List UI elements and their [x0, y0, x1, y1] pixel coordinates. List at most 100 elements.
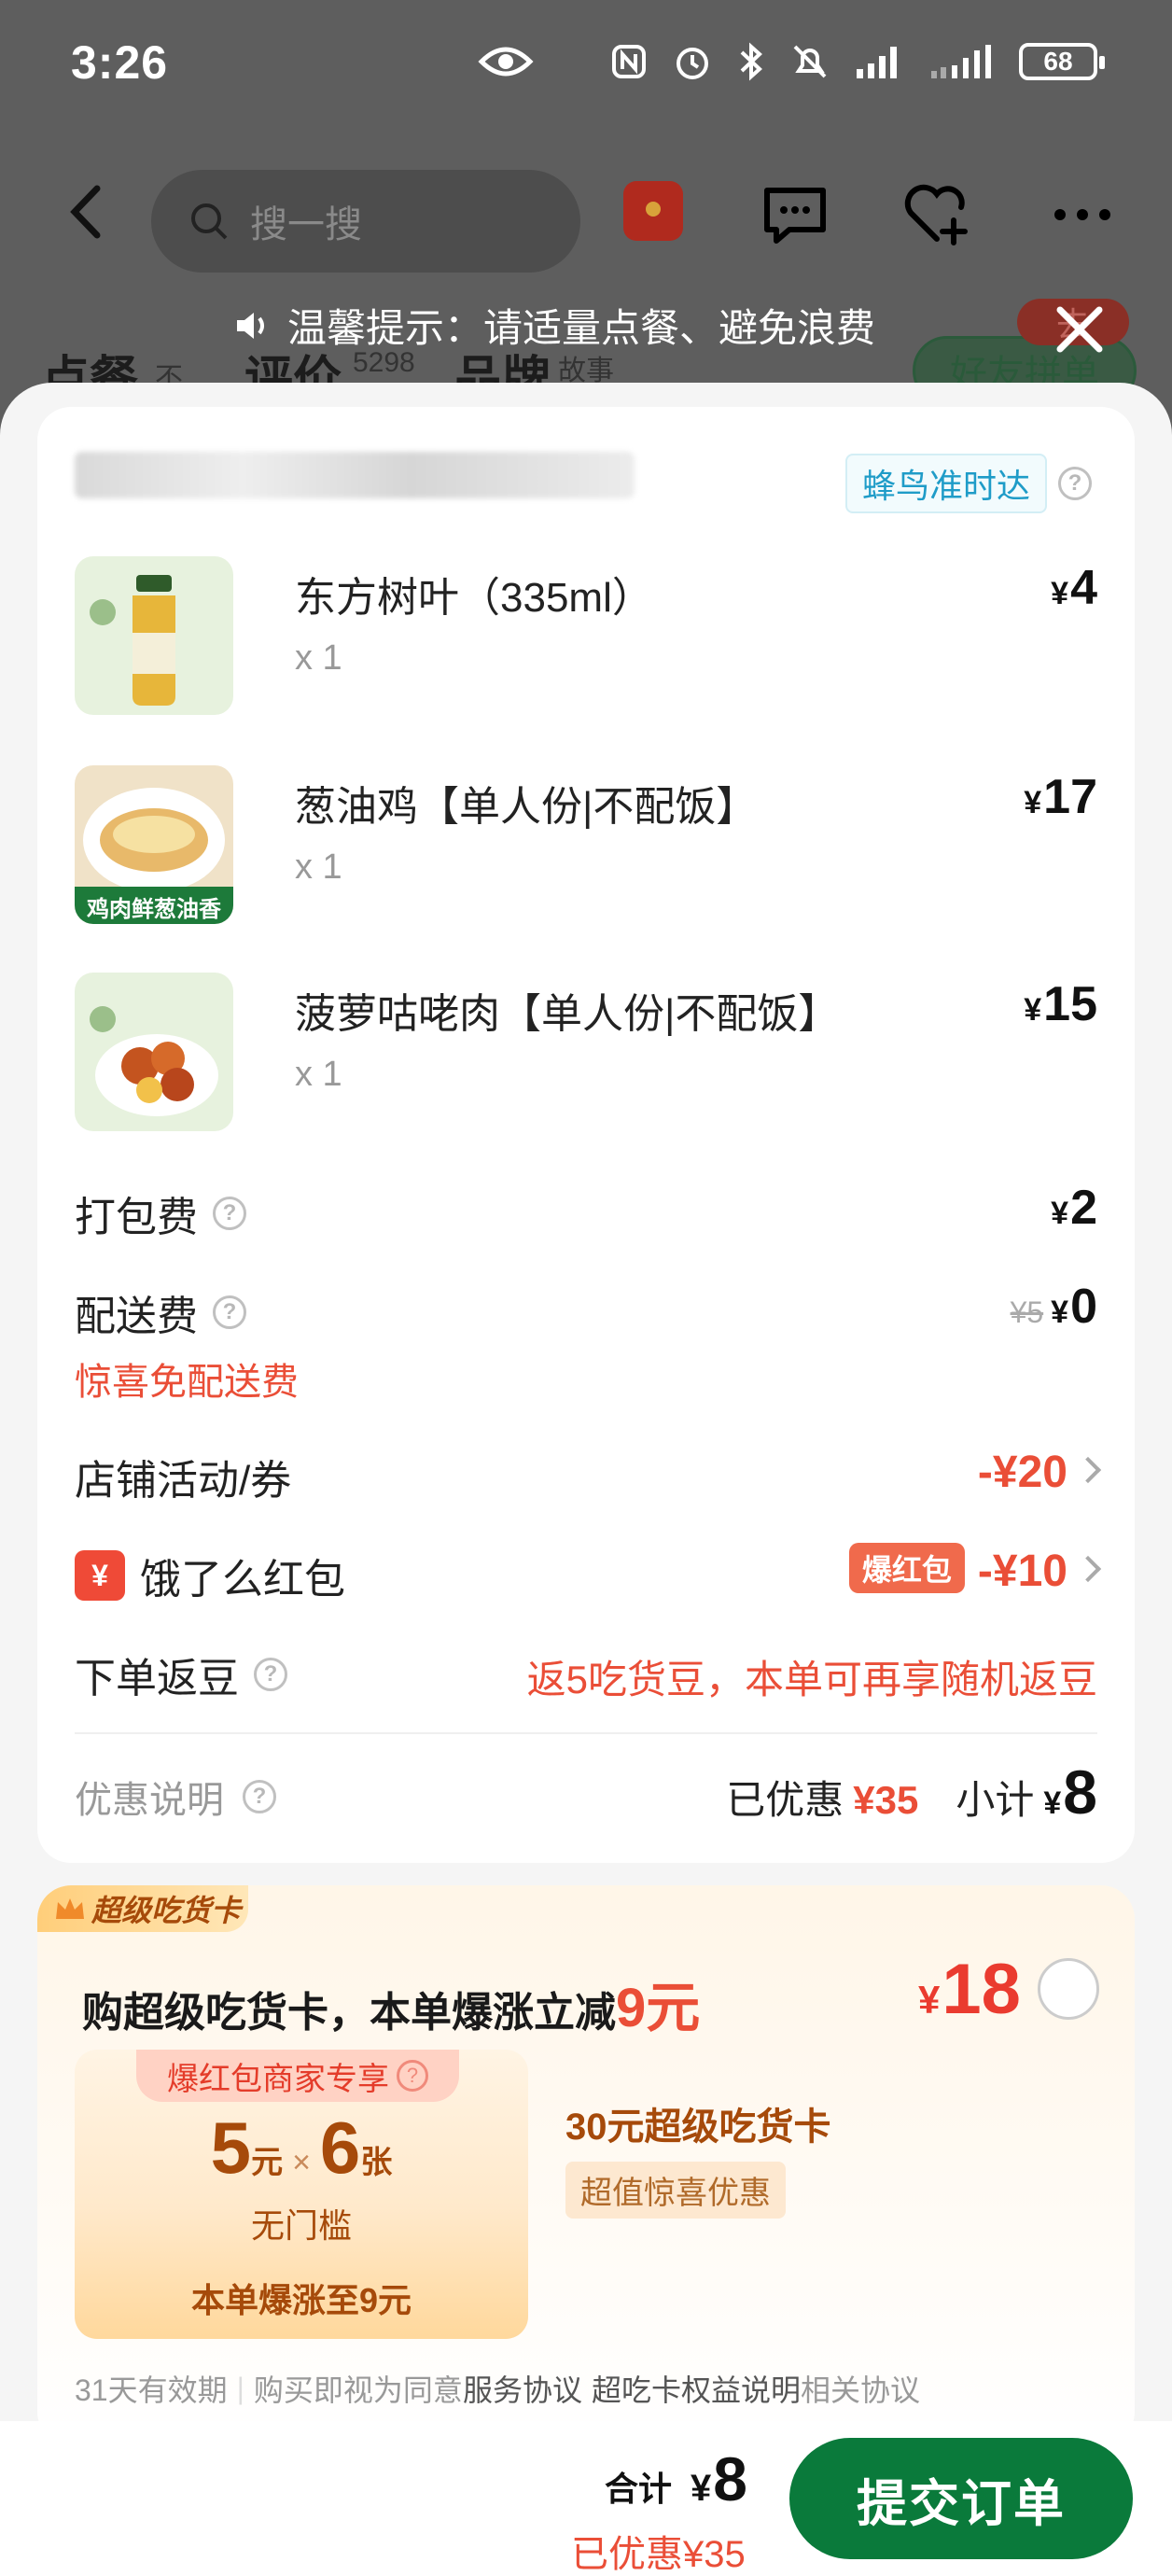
- status-icons: 68: [610, 41, 1105, 82]
- list-item: 菠萝咕咾肉【单人份|不配饭】 x 1 ¥15: [75, 973, 1097, 1131]
- free-delivery-note: 惊喜免配送费: [75, 1362, 299, 1403]
- packing-fee-label: 打包费: [75, 1195, 198, 1240]
- beans-value: 返5吃货豆，本单可再享随机返豆: [526, 1658, 1097, 1701]
- signal-2-icon: [931, 45, 991, 78]
- status-bar: 3:26 68: [0, 0, 1172, 140]
- tea-thumbnail: [75, 556, 233, 715]
- subtotal-value: ¥8: [1043, 1757, 1097, 1827]
- beans-row: 下单返豆? 返5吃货豆，本单可再享随机返豆: [75, 1645, 1097, 1710]
- more-icon[interactable]: [1045, 177, 1120, 252]
- coupon-amount: 5元 × 6张: [210, 2107, 393, 2189]
- item-price: ¥17: [1024, 770, 1097, 824]
- bluetooth-icon: [740, 42, 762, 81]
- red-packet-value: 爆红包 -¥10: [848, 1543, 1102, 1599]
- crown-icon: [56, 1898, 84, 1919]
- saved-value: ¥35: [853, 1778, 919, 1822]
- search-input[interactable]: 搜一搜: [151, 170, 580, 273]
- card-name: 30元超级吃货卡: [565, 2107, 831, 2148]
- search-icon: [191, 203, 228, 240]
- card-tag: 超值惊喜优惠: [565, 2162, 786, 2219]
- delivery-badge: 蜂鸟准时达: [845, 454, 1048, 513]
- shop-gift-icon[interactable]: [623, 181, 683, 241]
- chevron-right-icon: [1074, 1456, 1102, 1484]
- delivery-fee-row: 配送费? ¥5 ¥0 惊喜免配送费: [75, 1280, 1097, 1403]
- shop-promo-value: -¥20: [978, 1447, 1102, 1498]
- super-card-footer: 31天有效期 | 购买即视为同意 服务协议 超吃卡权益说明 相关协议: [75, 2367, 920, 2410]
- bottom-bar: 合计 ¥8 已优惠¥35 提交订单: [0, 2421, 1172, 2576]
- signal-icon: [857, 47, 897, 78]
- warm-tip-text: 温馨提示：请适量点餐、避免浪费: [287, 306, 876, 350]
- status-time: 3:26: [71, 36, 169, 89]
- help-icon[interactable]: ?: [397, 2060, 428, 2092]
- item-name: 东方树叶（335ml）: [295, 575, 653, 621]
- back-icon[interactable]: [60, 179, 116, 245]
- list-item: 鸡肉鲜葱油香 葱油鸡【单人份|不配饭】 x 1 ¥17: [75, 765, 1097, 924]
- help-icon[interactable]: ?: [254, 1658, 287, 1691]
- coupon-card: 爆红包商家专享? 5元 × 6张 无门槛 本单爆涨至9元: [75, 2050, 528, 2339]
- message-icon[interactable]: [758, 177, 832, 252]
- service-agreement-link[interactable]: 服务协议: [463, 2367, 582, 2410]
- chicken-thumbnail: 鸡肉鲜葱油香: [75, 765, 233, 924]
- order-sheet: 蜂鸟准时达 ? 东方树叶（335ml） x 1 ¥4 鸡肉鲜葱油香 葱油鸡【单人…: [0, 383, 1172, 2576]
- delivery-fee-value: ¥5 ¥0: [1010, 1280, 1097, 1334]
- summary-row: 优惠说明? 已优惠 ¥35 小计 ¥8: [75, 1757, 1097, 1844]
- item-price: ¥4: [1051, 561, 1097, 615]
- pork-thumbnail: [75, 973, 233, 1131]
- item-qty: x 1: [295, 638, 342, 678]
- discount-explain-label: 优惠说明: [75, 1780, 224, 1821]
- shop-name-blurred: [75, 452, 635, 498]
- battery-icon: 68: [1019, 43, 1105, 80]
- saved-label: 已优惠: [726, 1778, 844, 1822]
- nfc-icon: [612, 45, 646, 78]
- eye-icon: [478, 47, 534, 77]
- total-saved: 已优惠¥35: [571, 2534, 746, 2575]
- help-icon[interactable]: ?: [213, 1197, 246, 1230]
- subtotal-label: 小计: [956, 1778, 1035, 1822]
- search-placeholder: 搜一搜: [250, 204, 362, 245]
- super-card-section: 超级吃货卡 购超级吃货卡，本单爆涨立减9元 ¥18 爆红包商家专享? 5元 × 6张…: [37, 1885, 1135, 2445]
- item-name: 菠萝咕咾肉【单人份|不配饭】: [295, 991, 840, 1037]
- validity-text: 31天有效期: [75, 2373, 228, 2407]
- super-card-tag: 超级吃货卡: [37, 1885, 248, 1932]
- red-packet-tag: 爆红包: [848, 1543, 965, 1593]
- packing-fee-row: 打包费? ¥2: [75, 1181, 1097, 1249]
- beans-label: 下单返豆: [75, 1656, 239, 1701]
- related-agreement-link[interactable]: 相关协议: [801, 2367, 920, 2410]
- rights-link[interactable]: 超吃卡权益说明: [592, 2367, 801, 2410]
- red-packet-icon: ¥: [75, 1550, 125, 1601]
- delivery-fee-label: 配送费: [75, 1294, 198, 1339]
- packing-fee-value: ¥2: [1051, 1181, 1097, 1235]
- item-qty: x 1: [295, 847, 342, 887]
- shop-promo-row[interactable]: 店铺活动/券 -¥20: [75, 1447, 1102, 1512]
- speaker-icon: [237, 312, 264, 339]
- help-icon[interactable]: ?: [243, 1780, 276, 1813]
- divider: [75, 1732, 1097, 1734]
- thumbnail-label: 鸡肉鲜葱油香: [87, 897, 221, 922]
- shop-promo-label: 店铺活动/券: [75, 1458, 292, 1504]
- top-bar: 搜一搜: [0, 159, 1172, 273]
- super-card-price: ¥18: [918, 1950, 1021, 2029]
- order-card: 蜂鸟准时达 ? 东方树叶（335ml） x 1 ¥4 鸡肉鲜葱油香 葱油鸡【单人…: [37, 407, 1135, 1863]
- mute-icon: [793, 45, 827, 78]
- coupon-head: 爆红包商家专享?: [136, 2050, 459, 2102]
- chevron-right-icon: [1074, 1555, 1102, 1583]
- total-value: ¥8: [691, 2444, 747, 2513]
- item-price: ¥15: [1024, 977, 1097, 1031]
- delivery-fee-original: ¥5: [1010, 1295, 1044, 1329]
- red-packet-row[interactable]: ¥ 饿了么红包 爆红包 -¥10: [75, 1543, 1102, 1611]
- super-card-checkbox[interactable]: [1038, 1958, 1099, 2020]
- red-packet-label: 饿了么红包: [140, 1557, 345, 1603]
- list-item: 东方树叶（335ml） x 1 ¥4: [75, 556, 1097, 715]
- favorite-add-icon[interactable]: [900, 177, 974, 252]
- help-icon[interactable]: ?: [213, 1295, 246, 1329]
- coupon-sub: 无门槛: [250, 2206, 352, 2245]
- super-card-title: 购超级吃货卡，本单爆涨立减9元: [82, 1978, 701, 2038]
- coupon-foot: 本单爆涨至9元: [190, 2281, 412, 2319]
- total-label: 合计: [605, 2470, 673, 2508]
- help-icon[interactable]: ?: [1058, 467, 1092, 500]
- close-icon[interactable]: [1047, 297, 1112, 362]
- item-qty: x 1: [295, 1055, 342, 1094]
- submit-order-button[interactable]: 提交订单: [789, 2438, 1133, 2559]
- alarm-icon: [677, 48, 708, 79]
- warm-tip: 温馨提示：请适量点餐、避免浪费: [233, 297, 875, 354]
